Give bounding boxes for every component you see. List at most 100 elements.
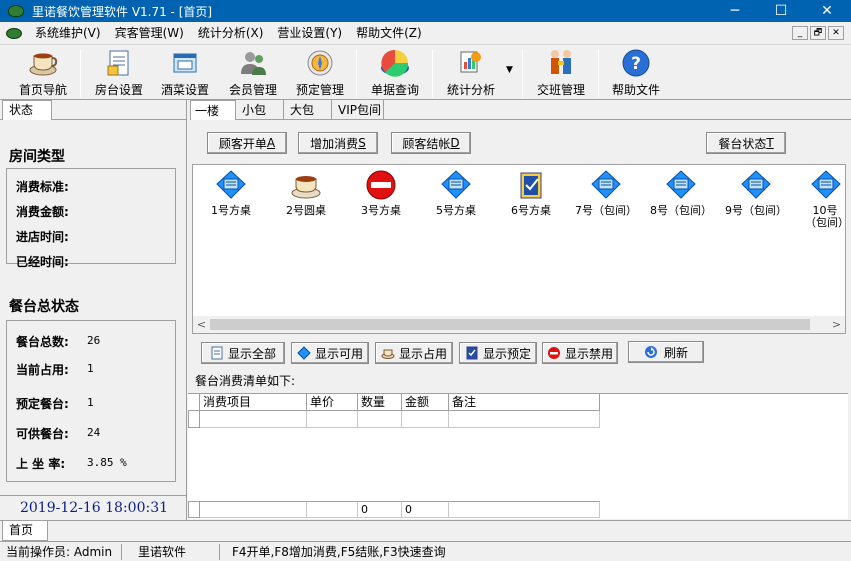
reserved-label: 预定餐台: bbox=[16, 397, 69, 411]
room-type-title: 房间类型 bbox=[9, 149, 65, 165]
menu-guest[interactable]: 宾客管理(W) bbox=[108, 22, 191, 44]
table-status-label: 餐台状态 bbox=[718, 136, 767, 151]
table-5[interactable]: 5号方桌 bbox=[418, 169, 494, 217]
members-icon bbox=[236, 47, 270, 79]
tab-floor-1[interactable]: 一楼 bbox=[190, 100, 236, 120]
room-setup-button[interactable]: 房台设置 bbox=[84, 47, 154, 99]
shift-handover-button[interactable]: 交班管理 bbox=[526, 47, 596, 99]
col-amount[interactable]: 金额 bbox=[402, 394, 449, 411]
menu-stats[interactable]: 统计分析(X) bbox=[191, 22, 271, 44]
mdi-tab-bar: 首页 bbox=[0, 520, 851, 541]
stats-dropdown-arrow-icon[interactable]: ▼ bbox=[506, 65, 513, 75]
col-item[interactable]: 消费项目 bbox=[200, 394, 307, 411]
title-bar: 里诺餐饮管理软件 V1.71 - [首页] ─ ☐ ✕ bbox=[0, 0, 851, 22]
tab-large-room[interactable]: 大包 bbox=[286, 100, 332, 120]
col-price[interactable]: 单价 bbox=[307, 394, 358, 411]
toolbar-separator bbox=[522, 49, 523, 97]
forbidden-icon bbox=[366, 170, 396, 200]
table-2[interactable]: 2号圆桌 bbox=[268, 169, 344, 217]
table-9[interactable]: 9号（包间） bbox=[718, 169, 794, 217]
mdi-restore-button[interactable]: 🗗 bbox=[810, 26, 826, 40]
show-all-button[interactable]: 显示全部 bbox=[201, 342, 285, 364]
home-nav-button[interactable]: 首页导航 bbox=[8, 47, 78, 99]
table-10[interactable]: 10号（包间） bbox=[793, 169, 843, 229]
handover-icon bbox=[544, 47, 578, 79]
table-1[interactable]: 1号方桌 bbox=[193, 169, 269, 217]
table-name: 5号方桌 bbox=[436, 204, 476, 217]
status-hints: F4开单,F8增加消费,F5结账,F3快速查询 bbox=[232, 545, 446, 559]
toolbar-separator bbox=[80, 49, 81, 97]
tab-vip-room[interactable]: VIP包间 bbox=[334, 100, 384, 120]
table-row-cell[interactable] bbox=[449, 411, 600, 428]
table-row-cell[interactable] bbox=[200, 411, 307, 428]
table-row-cell[interactable] bbox=[402, 411, 449, 428]
col-remark[interactable]: 备注 bbox=[449, 394, 600, 411]
stats-analysis-button[interactable]: 统计分析 bbox=[436, 47, 506, 99]
scroll-thumb[interactable] bbox=[210, 319, 810, 330]
consume-list-label: 餐台消费清单如下: bbox=[195, 374, 296, 388]
consume-grid[interactable]: 消费项目 单价 数量 金额 备注 0 0 bbox=[188, 393, 848, 519]
open-table-button[interactable]: 顾客开单 A bbox=[207, 132, 287, 154]
table-row-cell[interactable] bbox=[358, 411, 402, 428]
refresh-label: 刷新 bbox=[663, 345, 688, 360]
menu-help[interactable]: 帮助文件(Z) bbox=[349, 22, 429, 44]
status-company: 里诺软件 bbox=[132, 544, 220, 560]
occupancy-rate-label: 上 坐 率: bbox=[16, 457, 66, 471]
card-icon bbox=[297, 346, 311, 360]
show-reserved-button[interactable]: 显示预定 bbox=[459, 342, 537, 364]
table-3[interactable]: 3号方桌 bbox=[343, 169, 419, 217]
scroll-right-icon[interactable]: > bbox=[828, 316, 845, 333]
col-qty[interactable]: 数量 bbox=[358, 394, 402, 411]
show-available-button[interactable]: 显示可用 bbox=[291, 342, 369, 364]
table-name: 3号方桌 bbox=[361, 204, 401, 217]
help-file-button[interactable]: ? 帮助文件 bbox=[602, 47, 670, 99]
mdi-close-button[interactable]: ✕ bbox=[828, 26, 844, 40]
grid-corner bbox=[188, 394, 200, 411]
card-icon bbox=[216, 170, 246, 199]
member-manage-button[interactable]: 会员管理 bbox=[220, 47, 286, 99]
room-info-box: 消费标准: 消费金额: 进店时间: 已经时间: bbox=[6, 168, 176, 269]
table-name: 2号圆桌 bbox=[286, 204, 326, 217]
table-6[interactable]: 6号方桌 bbox=[493, 169, 569, 217]
close-button[interactable]: ✕ bbox=[804, 0, 850, 22]
menu-bar: 系统维护(V) 宾客管理(W) 统计分析(X) 营业设置(Y) 帮助文件(Z) … bbox=[0, 22, 851, 44]
dish-setup-button[interactable]: 酒菜设置 bbox=[152, 47, 218, 99]
mdi-minimize-button[interactable]: _ bbox=[792, 26, 808, 40]
maximize-button[interactable]: ☐ bbox=[758, 0, 804, 22]
refresh-icon bbox=[644, 346, 657, 358]
teacup-icon bbox=[291, 176, 321, 199]
card-icon bbox=[441, 170, 471, 199]
tab-small-room[interactable]: 小包 bbox=[238, 100, 284, 120]
table-status-hotkey: T bbox=[766, 136, 774, 150]
reservation-label: 预定管理 bbox=[295, 83, 344, 97]
add-consume-button[interactable]: 增加消费 S bbox=[298, 132, 378, 154]
total-remark-cell bbox=[449, 501, 600, 518]
dish-setup-label: 酒菜设置 bbox=[160, 83, 209, 97]
scroll-left-icon[interactable]: < bbox=[193, 316, 210, 333]
menu-system[interactable]: 系统维护(V) bbox=[28, 22, 108, 44]
table-name: 9号（包间） bbox=[725, 204, 787, 217]
help-file-label: 帮助文件 bbox=[611, 83, 660, 97]
bill-query-button[interactable]: 单据查询 bbox=[360, 47, 430, 99]
table-status-button[interactable]: 餐台状态 T bbox=[706, 132, 786, 154]
table-8[interactable]: 8号（包间） bbox=[643, 169, 719, 217]
row-indicator[interactable] bbox=[188, 411, 200, 428]
table-7[interactable]: 7号（包间） bbox=[568, 169, 644, 217]
checkout-button[interactable]: 顾客结帐 D bbox=[391, 132, 471, 154]
table-name: 7号（包间） bbox=[575, 204, 637, 217]
minimize-button[interactable]: ─ bbox=[712, 0, 758, 22]
reserved-value: 1 bbox=[87, 396, 94, 409]
tab-status[interactable]: 状态 bbox=[2, 100, 52, 120]
menu-business[interactable]: 营业设置(Y) bbox=[270, 22, 349, 44]
show-occupied-button[interactable]: 显示占用 bbox=[375, 342, 453, 364]
reservation-button[interactable]: 预定管理 bbox=[286, 47, 354, 99]
toolbar: 首页导航 房台设置 酒菜设置 会员管理 预定管理 单据查询 统计分析 ▼ 交班管… bbox=[0, 44, 851, 100]
mdi-turtle-icon bbox=[6, 27, 22, 39]
tab-home[interactable]: 首页 bbox=[2, 521, 48, 541]
refresh-button[interactable]: 刷新 bbox=[628, 341, 704, 363]
show-disabled-button[interactable]: 显示禁用 bbox=[542, 342, 618, 364]
total-item-cell bbox=[200, 501, 307, 518]
occupancy-rate-value: 3.85 % bbox=[87, 456, 127, 469]
horizontal-scrollbar[interactable]: < > bbox=[193, 316, 845, 333]
table-row-cell[interactable] bbox=[307, 411, 358, 428]
